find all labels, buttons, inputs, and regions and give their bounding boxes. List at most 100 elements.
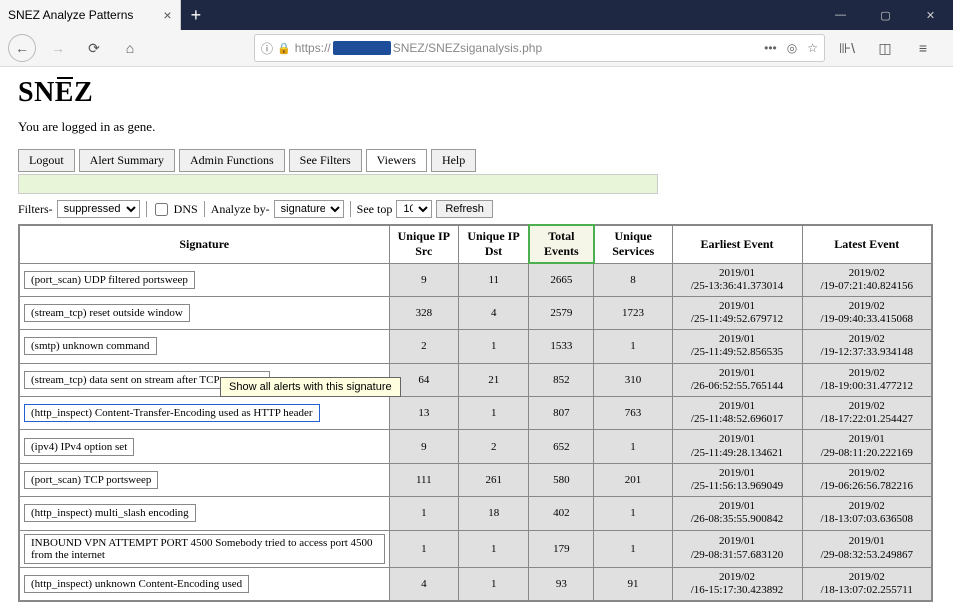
cell-earliest: 2019/01/25-11:49:28.134621 (672, 430, 802, 463)
reload-icon[interactable]: ⟳ (80, 34, 108, 62)
signature-link[interactable]: (stream_tcp) reset outside window (24, 304, 190, 322)
bookmark-icon[interactable]: ☆ (807, 41, 818, 55)
signature-tooltip: Show all alerts with this signature (220, 377, 401, 397)
cell-total: 2579 (529, 296, 594, 329)
header-signature[interactable]: Signature (19, 225, 389, 263)
url-prefix: https:// (295, 41, 331, 55)
window-titlebar: SNEZ Analyze Patterns × + — ▢ ✕ (0, 0, 953, 30)
cell-ip-dst: 1 (459, 567, 529, 601)
cell-earliest: 2019/02/16-15:17:30.423892 (672, 567, 802, 601)
info-icon[interactable]: ⓘ (261, 40, 273, 57)
back-icon[interactable]: ← (8, 34, 36, 62)
cell-services: 763 (594, 397, 672, 430)
table-row: (stream_tcp) reset outside window 3284257… (19, 296, 932, 329)
cell-total: 179 (529, 530, 594, 567)
signature-link[interactable]: (http_inspect) unknown Content-Encoding … (24, 575, 249, 593)
seetop-select[interactable]: 10 (396, 200, 432, 218)
sidebar-icon[interactable]: ◫ (871, 34, 899, 62)
viewers-button[interactable]: Viewers (366, 149, 427, 172)
browser-navbar: ← → ⟳ ⌂ ⓘ 🔒 https://SNEZ/SNEZsiganalysis… (0, 30, 953, 67)
cell-ip-dst: 1 (459, 397, 529, 430)
window-controls: — ▢ ✕ (818, 0, 953, 30)
signature-link[interactable]: (http_inspect) Content-Transfer-Encoding… (24, 404, 320, 422)
header-total-events[interactable]: Total Events (529, 225, 594, 263)
cell-total: 807 (529, 397, 594, 430)
cell-latest: 2019/02/19-06:26:56.782216 (802, 463, 932, 496)
alert-summary-button[interactable]: Alert Summary (79, 149, 175, 172)
dns-label: DNS (174, 202, 198, 217)
header-ip-dst[interactable]: Unique IP Dst (459, 225, 529, 263)
refresh-button[interactable]: Refresh (436, 200, 493, 218)
cell-services: 1 (594, 497, 672, 530)
signature-link[interactable]: (port_scan) TCP portsweep (24, 471, 158, 489)
url-redacted (333, 41, 391, 55)
signature-link[interactable]: (port_scan) UDP filtered portsweep (24, 271, 195, 289)
signature-link[interactable]: (ipv4) IPv4 option set (24, 438, 134, 456)
cell-ip-src: 1 (389, 497, 459, 530)
menu-icon[interactable]: ≡ (909, 34, 937, 62)
cell-total: 93 (529, 567, 594, 601)
table-row: (ipv4) IPv4 option set9265212019/01/25-1… (19, 430, 932, 463)
cell-services: 91 (594, 567, 672, 601)
table-row: (port_scan) TCP portsweep111261580201201… (19, 463, 932, 496)
status-bar (18, 174, 658, 194)
signature-link[interactable]: (smtp) unknown command (24, 337, 157, 355)
cell-total: 652 (529, 430, 594, 463)
header-earliest[interactable]: Earliest Event (672, 225, 802, 263)
cell-latest: 2019/02/18-17:22:01.254427 (802, 397, 932, 430)
analyze-select[interactable]: signature (274, 200, 344, 218)
cell-earliest: 2019/01/26-06:52:55.765144 (672, 363, 802, 396)
admin-functions-button[interactable]: Admin Functions (179, 149, 285, 172)
table-row: (http_inspect) unknown Content-Encoding … (19, 567, 932, 601)
table-row: (smtp) unknown command21153312019/01/25-… (19, 330, 932, 363)
dns-checkbox[interactable] (155, 203, 168, 216)
cell-latest: 2019/02/18-19:00:31.477212 (802, 363, 932, 396)
lock-icon[interactable]: 🔒 (277, 42, 291, 55)
browser-tab[interactable]: SNEZ Analyze Patterns × (0, 0, 181, 30)
cell-services: 201 (594, 463, 672, 496)
header-ip-src[interactable]: Unique IP Src (389, 225, 459, 263)
cell-total: 852 (529, 363, 594, 396)
seetop-label: See top (357, 202, 393, 217)
see-filters-button[interactable]: See Filters (289, 149, 362, 172)
cell-ip-dst: 1 (459, 330, 529, 363)
header-unique-services[interactable]: Unique Services (594, 225, 672, 263)
filter-row: Filters- suppressed DNS Analyze by- sign… (18, 200, 935, 218)
tab-title: SNEZ Analyze Patterns (8, 8, 133, 22)
signature-link[interactable]: (http_inspect) multi_slash encoding (24, 504, 196, 522)
cell-latest: 2019/02/18-13:07:03.636508 (802, 497, 932, 530)
cell-ip-dst: 261 (459, 463, 529, 496)
reader-icon[interactable]: ◎ (787, 41, 797, 55)
url-bar[interactable]: ⓘ 🔒 https://SNEZ/SNEZsiganalysis.php •••… (254, 34, 825, 62)
new-tab-button[interactable]: + (181, 0, 212, 30)
cell-ip-src: 111 (389, 463, 459, 496)
cell-services: 1 (594, 430, 672, 463)
cell-earliest: 2019/01/25-13:36:41.373014 (672, 263, 802, 296)
cell-earliest: 2019/01/25-11:48:52.696017 (672, 397, 802, 430)
more-icon[interactable]: ••• (764, 41, 777, 55)
cell-ip-src: 328 (389, 296, 459, 329)
cell-services: 1 (594, 530, 672, 567)
minimize-icon[interactable]: — (818, 0, 863, 30)
help-button[interactable]: Help (431, 149, 476, 172)
filters-label: Filters- (18, 202, 53, 217)
close-window-icon[interactable]: ✕ (908, 0, 953, 30)
close-icon[interactable]: × (163, 7, 171, 23)
cell-earliest: 2019/01/25-11:49:52.679712 (672, 296, 802, 329)
header-latest[interactable]: Latest Event (802, 225, 932, 263)
cell-ip-src: 2 (389, 330, 459, 363)
cell-earliest: 2019/01/25-11:49:52.856535 (672, 330, 802, 363)
cell-total: 2665 (529, 263, 594, 296)
home-icon[interactable]: ⌂ (116, 34, 144, 62)
table-row: (stream_tcp) data sent on stream after T… (19, 363, 932, 396)
filters-select[interactable]: suppressed (57, 200, 140, 218)
cell-ip-dst: 4 (459, 296, 529, 329)
library-icon[interactable]: ⊪\ (833, 34, 861, 62)
logout-button[interactable]: Logout (18, 149, 75, 172)
table-row: (port_scan) UDP filtered portsweep911266… (19, 263, 932, 296)
table-row: (http_inspect) multi_slash encoding11840… (19, 497, 932, 530)
cell-ip-dst: 21 (459, 363, 529, 396)
tab-area: SNEZ Analyze Patterns × + (0, 0, 211, 30)
maximize-icon[interactable]: ▢ (863, 0, 908, 30)
signature-link[interactable]: INBOUND VPN ATTEMPT PORT 4500 Somebody t… (24, 534, 385, 564)
